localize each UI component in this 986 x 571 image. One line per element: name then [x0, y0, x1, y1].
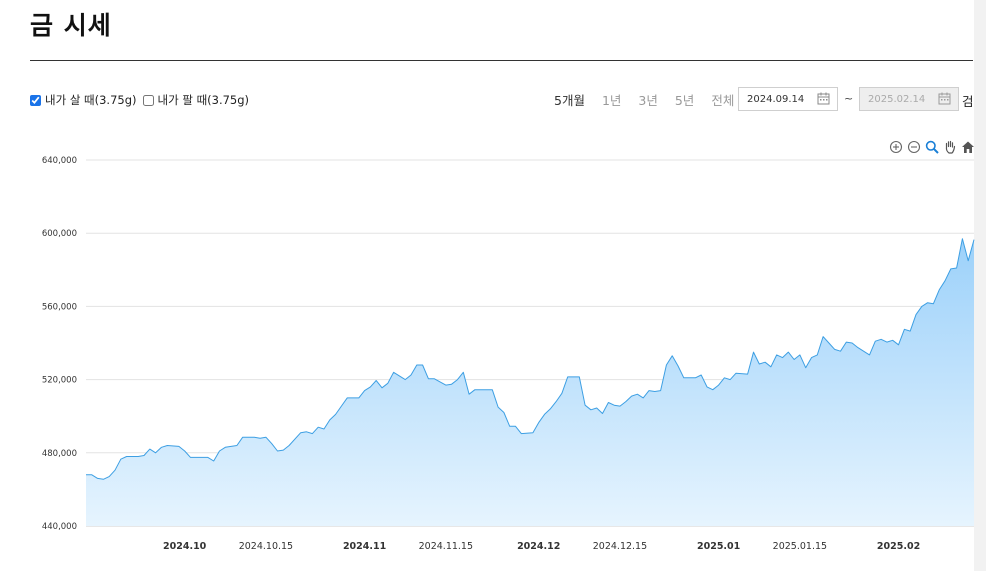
y-tick-label: 600,000: [42, 229, 77, 239]
y-tick-label: 640,000: [42, 156, 77, 166]
x-tick-label: 2024.11.15: [419, 541, 473, 552]
y-tick-label: 480,000: [42, 449, 77, 459]
y-tick-label: 560,000: [42, 302, 77, 312]
x-tick-label: 2024.10: [163, 541, 207, 552]
x-tick-label: 2024.12.15: [593, 541, 647, 552]
x-tick-label: 2025.01: [697, 541, 740, 552]
y-tick-label: 520,000: [42, 376, 77, 386]
x-tick-label: 2024.10.15: [239, 541, 293, 552]
gold-price-chart: 440,000 480,000 520,000 560,000 600,000 640,0…: [42, 156, 975, 552]
x-tick-label: 2024.12: [517, 541, 560, 552]
x-tick-label: 2025.02: [877, 541, 920, 552]
x-tick-label: 2024.11: [343, 541, 386, 552]
y-tick-label: 440,000: [42, 522, 77, 532]
x-tick-label: 2025.01.15: [773, 541, 827, 552]
series-area-fill: [86, 238, 974, 526]
